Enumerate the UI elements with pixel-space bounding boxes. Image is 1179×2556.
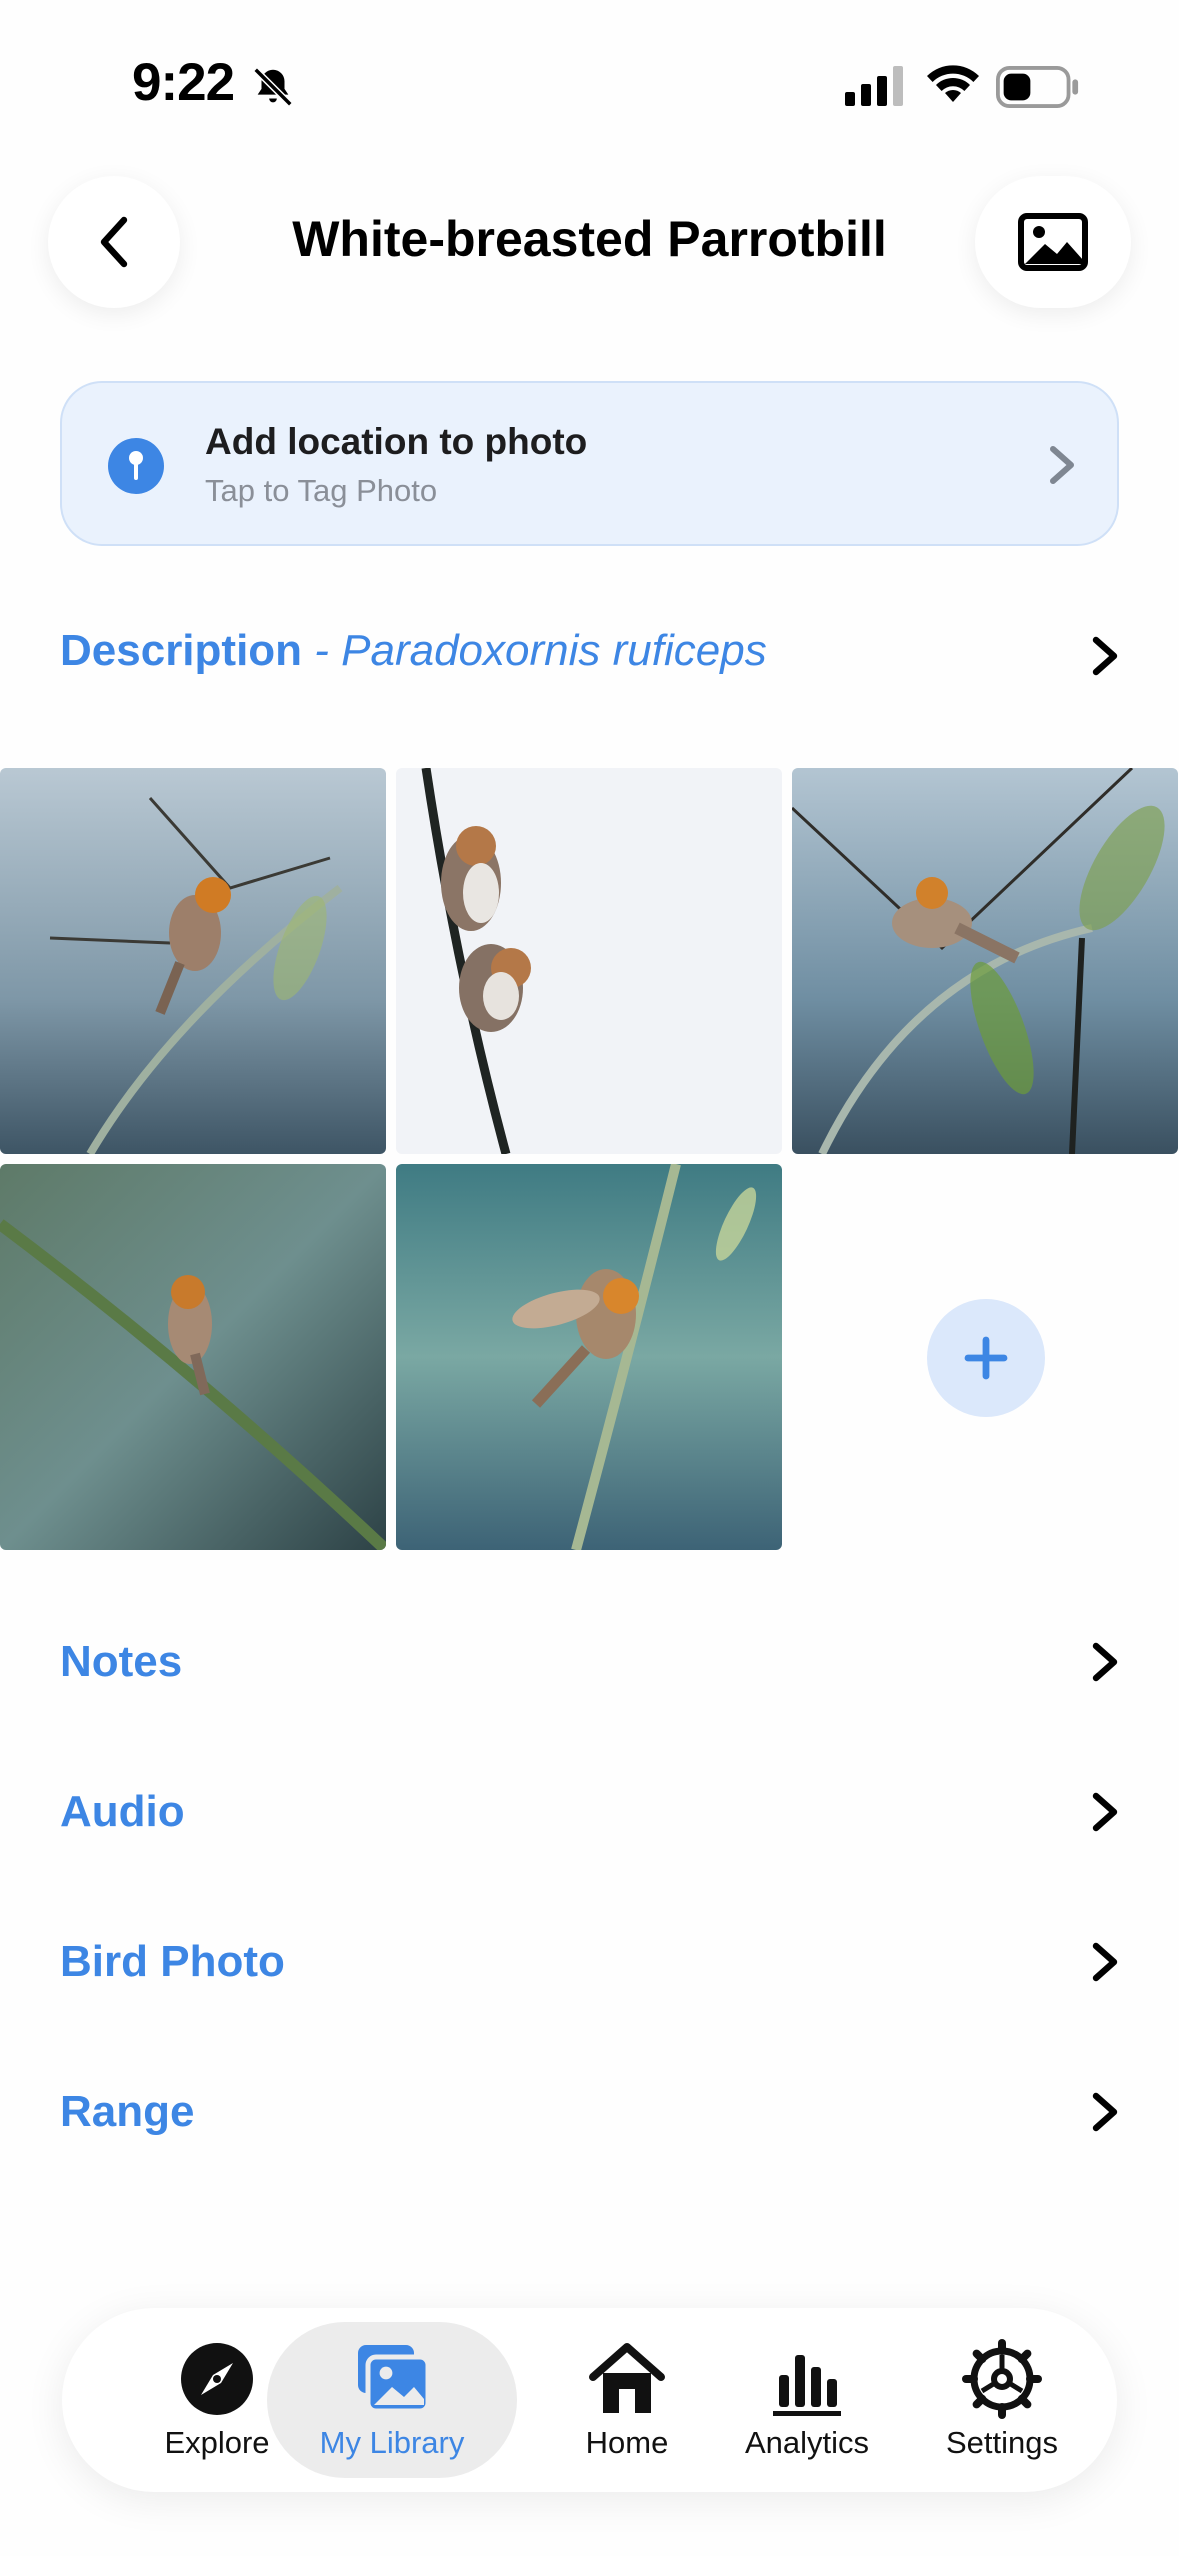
tab-analytics[interactable]: Analytics	[722, 2308, 892, 2492]
add-location-card[interactable]: Add location to photo Tap to Tag Photo	[60, 381, 1119, 546]
photo-library-icon	[358, 2345, 431, 2414]
gear-icon	[962, 2339, 1042, 2419]
photo-button[interactable]	[975, 176, 1131, 308]
tab-label: My Library	[319, 2425, 465, 2460]
pin-icon	[108, 438, 164, 494]
chevron-right-icon	[1092, 2092, 1118, 2132]
tab-home[interactable]: Home	[552, 2308, 702, 2492]
location-title: Add location to photo	[205, 421, 588, 462]
tab-my-library[interactable]: My Library	[267, 2322, 517, 2478]
photo-icon	[1018, 213, 1088, 271]
chevron-right-icon	[1050, 446, 1074, 484]
bird-photo-1[interactable]	[0, 768, 386, 1154]
section-label: Range	[60, 2087, 195, 2136]
plus-icon	[964, 1336, 1008, 1380]
tab-label: Explore	[164, 2425, 270, 2460]
bell-slash-icon	[253, 67, 293, 107]
notes-row[interactable]: Notes	[60, 1627, 1120, 1697]
wifi-icon	[927, 65, 979, 102]
tab-label: Home	[585, 2425, 669, 2460]
audio-row[interactable]: Audio	[60, 1777, 1120, 1847]
description-row[interactable]: Description - Paradoxornis ruficeps	[60, 626, 1120, 686]
page-title: White-breasted Parrotbill	[292, 211, 887, 267]
chevron-right-icon	[1092, 636, 1118, 676]
chevron-right-icon	[1092, 1642, 1118, 1682]
bird-photo-4[interactable]	[0, 1164, 386, 1550]
description-label: Description	[60, 626, 303, 675]
compass-icon	[181, 2343, 253, 2415]
tab-settings[interactable]: Settings	[917, 2308, 1087, 2492]
section-label: Notes	[60, 1637, 183, 1686]
status-time: 9:22	[132, 53, 235, 112]
bird-photo-row[interactable]: Bird Photo	[60, 1927, 1120, 1997]
scientific-name: - Paradoxornis ruficeps	[302, 626, 767, 675]
bird-photo-3[interactable]	[792, 768, 1178, 1154]
chevron-right-icon	[1092, 1942, 1118, 1982]
tab-label: Settings	[945, 2425, 1058, 2460]
tab-bar: Explore My Library Home Analytics Settin…	[62, 2308, 1117, 2492]
status-bar: 9:22	[0, 0, 1179, 170]
home-icon	[589, 2343, 665, 2413]
location-subtitle: Tap to Tag Photo	[205, 473, 438, 508]
chevron-left-icon	[100, 216, 128, 268]
battery-icon	[996, 66, 1079, 108]
section-label: Bird Photo	[60, 1937, 285, 1986]
tab-label: Analytics	[744, 2425, 870, 2460]
add-photo-button[interactable]	[927, 1299, 1045, 1417]
bird-photo-2[interactable]	[396, 768, 782, 1154]
back-button[interactable]	[48, 176, 180, 308]
signal-icon	[845, 66, 903, 106]
chevron-right-icon	[1092, 1792, 1118, 1832]
range-row[interactable]: Range	[60, 2077, 1120, 2147]
bar-chart-icon	[773, 2355, 841, 2416]
bird-photo-5[interactable]	[396, 1164, 782, 1550]
section-label: Audio	[60, 1787, 185, 1836]
